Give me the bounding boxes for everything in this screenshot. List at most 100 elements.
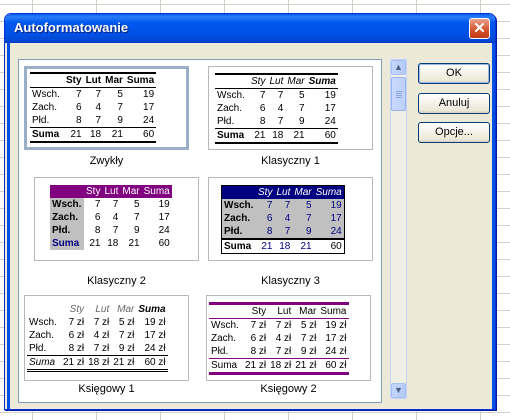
- cell: 21 zł: [245, 360, 267, 371]
- cell: 9: [117, 115, 123, 126]
- format-tile-klasyczny-2[interactable]: Sty Lut Mar Suma Wsch. 7 7 5 19 Zach. 6 4 7 17 Płd.…: [34, 177, 199, 261]
- format-label: Księgowy 2: [260, 383, 317, 395]
- cell: 17: [324, 103, 336, 114]
- format-tile-ksiegowy-1[interactable]: Sty Lut Mar Suma Wsch. 7 zł 7 zł 5 zł 19 zł Zac…: [24, 295, 189, 381]
- format-tile-ksiegowy-2[interactable]: Sty Lut Mar Suma Wsch. 7 zł 7 zł 5 zł 19 zł Zac…: [206, 295, 371, 381]
- cell: 21: [293, 130, 305, 141]
- vertical-scrollbar[interactable]: ▲ ▼: [390, 59, 407, 399]
- col-header: Suma: [315, 187, 342, 198]
- row-label: Suma: [32, 129, 60, 140]
- cell: 7: [112, 199, 119, 210]
- preview-table: Sty Lut Mar Suma Wsch. 7 7 5 19 Zach. 6 4 7 17 Płd.…: [221, 185, 345, 254]
- preview-table: Sty Lut Mar Suma Wsch. 7 7 5 19 Zach. 6 4 7 17 Płd.…: [215, 73, 338, 144]
- format-tile-klasyczny-3[interactable]: Sty Lut Mar Suma Wsch. 7 7 5 19 Zach. 6 4 7 17 Płd.…: [208, 177, 373, 261]
- row-label: Suma: [217, 130, 245, 141]
- cell: 5: [117, 89, 123, 100]
- cell: 4 zł: [275, 333, 292, 344]
- row-label: Wsch.: [217, 90, 245, 101]
- col-header: Sty: [69, 304, 85, 315]
- cell: 5: [134, 199, 140, 210]
- title-bar[interactable]: Autoformatowanie ✕: [5, 14, 495, 43]
- window-frame-left: [7, 43, 10, 409]
- cell: 9 zł: [118, 343, 135, 354]
- format-label: Zwykły: [89, 155, 124, 167]
- cell: 5 zł: [300, 320, 317, 331]
- cell: 19: [143, 89, 155, 100]
- cell: 7 zł: [93, 317, 110, 328]
- cell: 8: [76, 115, 82, 126]
- cell: 60: [324, 130, 336, 141]
- cell: 6: [259, 103, 266, 114]
- format-tile-zwykly[interactable]: Sty Lut Mar Suma Wsch. 7 7 5 19 Zach. 6 4 7 17 Płd.…: [24, 66, 189, 150]
- row-label: Płd.: [50, 224, 84, 237]
- scroll-down-button[interactable]: ▼: [391, 383, 406, 398]
- cell: 7: [117, 102, 123, 113]
- cell: 19 zł: [144, 317, 166, 328]
- row-label: Suma: [50, 237, 84, 250]
- row-label: Zach.: [32, 102, 58, 113]
- cell: 8 zł: [250, 346, 267, 357]
- cell: 21: [128, 238, 140, 249]
- cell: 7: [94, 199, 101, 210]
- col-header: Suma: [320, 306, 347, 317]
- cell: 8: [266, 226, 273, 237]
- col-header: Sty: [251, 306, 267, 317]
- cell: 7: [284, 226, 291, 237]
- col-header: Suma: [126, 75, 155, 86]
- cell: 4: [284, 213, 291, 224]
- dialog-title: Autoformatowanie: [14, 20, 129, 35]
- col-header: Suma: [138, 304, 166, 315]
- row-label: Wsch.: [50, 198, 84, 211]
- cancel-button[interactable]: Anuluj: [418, 93, 490, 114]
- ok-button[interactable]: OK: [418, 63, 490, 84]
- format-tile-klasyczny-1[interactable]: Sty Lut Mar Suma Wsch. 7 7 5 19 Zach. 6 4 7 17 Płd.…: [208, 66, 373, 150]
- preview-table: Sty Lut Mar Suma Wsch. 7 7 5 19 Zach. 6 4 7 17 Płd.…: [50, 185, 172, 250]
- col-header: Lut: [277, 306, 292, 317]
- cell: 17: [330, 213, 342, 224]
- close-icon: ✕: [473, 20, 486, 37]
- row-label: Wsch.: [32, 89, 60, 100]
- cell: 7 zł: [300, 333, 317, 344]
- cell: 24: [324, 116, 336, 127]
- cell: 7: [259, 90, 266, 101]
- cell: 24 zł: [325, 346, 347, 357]
- cell: 7 zł: [250, 320, 267, 331]
- format-label: Księgowy 1: [78, 383, 135, 395]
- row-label: Płd.: [29, 343, 47, 354]
- cell: 9: [134, 225, 140, 236]
- scroll-thumb[interactable]: [391, 77, 406, 111]
- row-label: Zach.: [29, 330, 55, 341]
- cell: 7: [299, 103, 305, 114]
- cell: 7: [284, 200, 291, 211]
- cell: 7: [76, 89, 82, 100]
- col-header: Mar: [117, 304, 135, 315]
- row-label: Płd.: [211, 346, 229, 357]
- row-label: Zach.: [217, 103, 243, 114]
- col-header: Lut: [276, 187, 291, 198]
- cell: 19: [158, 199, 170, 210]
- close-button[interactable]: ✕: [469, 18, 490, 39]
- cell: 60: [158, 238, 170, 249]
- row-label: Płd.: [32, 115, 50, 126]
- cell: 21: [300, 241, 312, 252]
- cell: 19: [330, 200, 342, 211]
- cell: 7 zł: [93, 343, 110, 354]
- row-label: Zach.: [224, 213, 251, 224]
- col-header: Lut: [269, 76, 284, 87]
- scroll-up-button[interactable]: ▲: [391, 60, 406, 75]
- options-button[interactable]: Opcje...: [418, 122, 490, 143]
- cell: 9: [299, 116, 305, 127]
- cell: 24 zł: [144, 343, 166, 354]
- cell: 4: [95, 102, 102, 113]
- preview-table: Sty Lut Mar Suma Wsch. 7 zł 7 zł 5 zł 19 zł Zac…: [209, 302, 349, 375]
- format-gallery[interactable]: Sty Lut Mar Suma Wsch. 7 7 5 19 Zach. 6 4 7 17 Płd.…: [18, 59, 382, 403]
- cell: 7 zł: [68, 317, 85, 328]
- cell: 18: [272, 130, 284, 141]
- grip-line: [396, 93, 402, 94]
- cell: 24: [143, 115, 155, 126]
- col-header: Sty: [86, 186, 101, 197]
- cell: 18: [89, 129, 102, 140]
- col-header: Mar: [122, 186, 140, 197]
- cell: 6 zł: [68, 330, 85, 341]
- row-label: Suma: [29, 357, 56, 368]
